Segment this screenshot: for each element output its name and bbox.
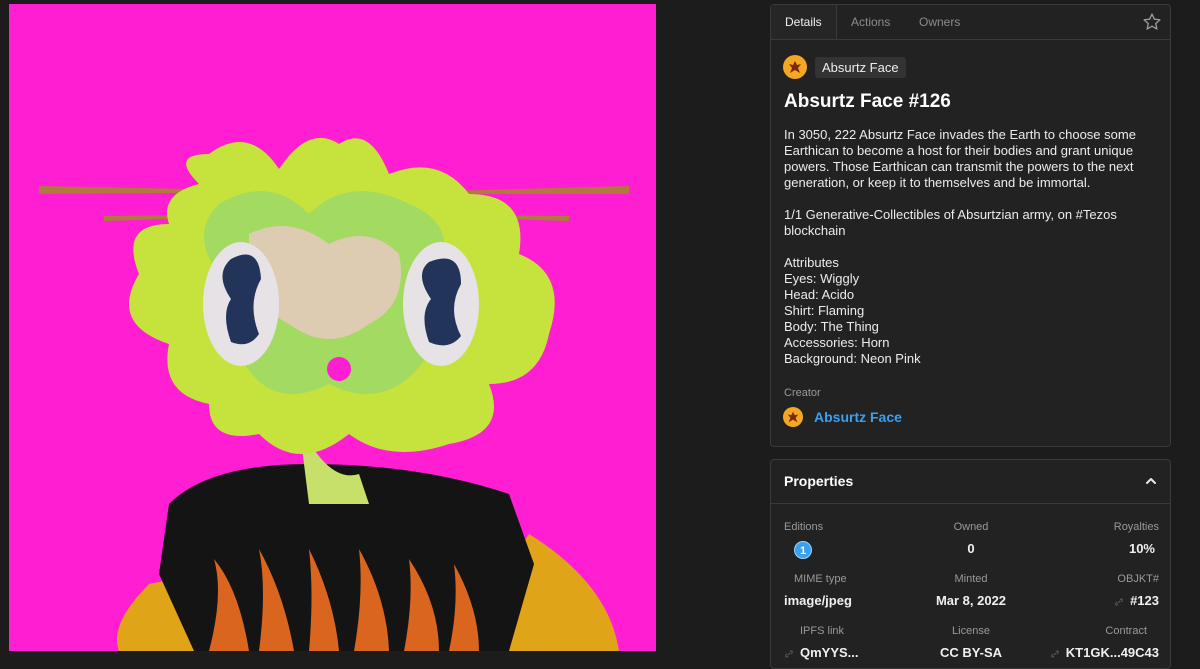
prop-license-value[interactable]: CC BY-SA	[906, 645, 1036, 660]
prop-owned-value: 0	[967, 541, 975, 556]
editions-badge: 1	[794, 541, 812, 559]
collection-name[interactable]: Absurtz Face	[815, 56, 906, 78]
prop-objkt-label: OBJKT#	[1117, 573, 1159, 585]
tab-actions[interactable]: Actions	[837, 5, 904, 39]
chevron-up-icon[interactable]	[1144, 474, 1158, 488]
properties-header[interactable]: Properties	[771, 460, 1170, 504]
prop-ipfs-label: IPFS link	[800, 625, 845, 637]
link-icon	[785, 649, 793, 658]
link-icon	[1050, 649, 1059, 658]
ipfs-link[interactable]: QmYYS...	[800, 645, 859, 660]
prop-minted-value: Mar 8, 2022	[935, 593, 1007, 608]
properties-panel: Properties Editions 1 Owned 0 Royalties …	[770, 459, 1171, 669]
nft-artwork[interactable]	[9, 4, 656, 651]
objkt-link[interactable]: #123	[1130, 593, 1159, 608]
prop-contract-label: Contract	[1105, 625, 1147, 637]
prop-editions-label: Editions	[784, 521, 824, 533]
creator-row[interactable]: Absurtz Face	[783, 407, 902, 427]
prop-mime: MIME type image/jpeg	[784, 573, 914, 608]
prop-minted-label: Minted	[954, 573, 988, 585]
token-title: Absurtz Face #126	[784, 91, 951, 112]
details-panel: Details Actions Owners Absurtz Face Absu…	[770, 4, 1171, 447]
prop-license-label: License	[952, 625, 990, 637]
token-description: In 3050, 222 Absurtz Face invades the Ea…	[784, 127, 1136, 366]
prop-mime-value: image/jpeg	[784, 593, 852, 608]
properties-title: Properties	[784, 473, 854, 489]
prop-editions: Editions 1	[784, 521, 914, 559]
prop-royalties: Royalties 10%	[1029, 521, 1159, 556]
collection-row[interactable]: Absurtz Face	[783, 55, 906, 79]
prop-minted: Minted Mar 8, 2022	[906, 573, 1036, 608]
prop-ipfs: IPFS link QmYYS...	[784, 625, 914, 660]
contract-link[interactable]: KT1GK...49C43	[1066, 645, 1159, 660]
prop-license: License CC BY-SA	[906, 625, 1036, 660]
prop-owned: Owned 0	[906, 521, 1036, 556]
star-icon[interactable]	[1142, 12, 1162, 32]
prop-owned-label: Owned	[953, 521, 989, 533]
prop-royalties-value: 10%	[1128, 541, 1155, 556]
tab-bar: Details Actions Owners	[771, 5, 1170, 40]
collection-logo-icon	[783, 55, 807, 79]
artwork-image	[9, 4, 656, 651]
tab-details[interactable]: Details	[771, 5, 837, 39]
prop-royalties-label: Royalties	[1113, 521, 1159, 533]
prop-contract: Contract KT1GK...49C43	[1029, 625, 1159, 660]
creator-logo-icon	[783, 407, 803, 427]
prop-objkt: OBJKT# #123	[1029, 573, 1159, 608]
link-icon	[1115, 597, 1124, 606]
creator-link[interactable]: Absurtz Face	[814, 409, 902, 425]
creator-label: Creator	[784, 387, 821, 399]
tab-owners[interactable]: Owners	[905, 5, 974, 39]
prop-mime-label: MIME type	[794, 573, 847, 585]
